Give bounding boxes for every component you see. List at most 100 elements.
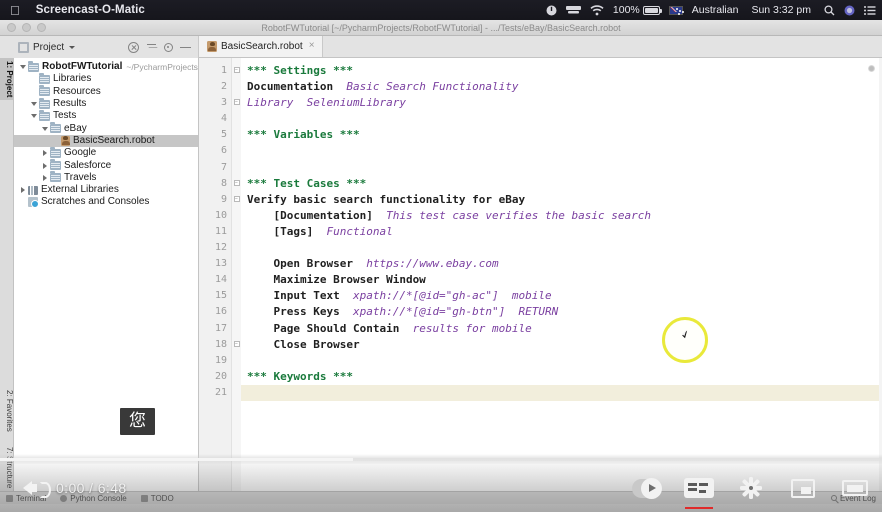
fold-collapse-icon[interactable]: − [233, 195, 240, 202]
code-line[interactable]: *** Test Cases *** [247, 176, 882, 192]
close-icon[interactable]: × [309, 41, 315, 51]
apple-logo-icon[interactable]:  [6, 4, 24, 17]
chevron-down-icon[interactable] [28, 102, 39, 107]
zoom-window-button[interactable] [37, 23, 46, 32]
window-traffic-lights[interactable] [0, 23, 46, 32]
inspection-status-icon[interactable] [868, 65, 875, 72]
battery-status[interactable]: 100% [613, 4, 662, 16]
tree-item-google[interactable]: Google [14, 146, 198, 159]
toolwindow-tab-favorites[interactable]: 2: Favorites [0, 387, 14, 435]
code-folding-gutter[interactable]: − − − − − [232, 58, 241, 491]
hide-icon[interactable] [180, 42, 191, 53]
fold-collapse-icon[interactable]: − [233, 340, 240, 347]
tree-item-ebay[interactable]: eBay [14, 122, 198, 134]
autoplay-toggle[interactable] [632, 473, 662, 503]
closed-captions-icon [684, 478, 714, 498]
code-content[interactable]: *** Settings *** Documentation Basic Sear… [241, 58, 882, 491]
line-number: 13 [214, 258, 227, 270]
chevron-right-icon[interactable] [39, 150, 50, 157]
code-line[interactable] [247, 160, 882, 176]
code-token: Library [247, 96, 294, 110]
tree-item-label: Travels [64, 171, 97, 183]
code-line[interactable]: Input Text xpath://*[@id="gh-ac"] mobile [247, 288, 882, 304]
code-line[interactable]: Press Keys xpath://*[@id="gh-btn"] RETUR… [247, 304, 882, 320]
editor-tab-basicsearch[interactable]: BasicSearch.robot × [199, 35, 323, 57]
tree-item-libraries[interactable]: Libraries [14, 72, 198, 85]
siri-icon[interactable] [844, 5, 855, 16]
code-token: This test case verifies the basic search [386, 208, 651, 222]
tree-item-label: Google [64, 147, 97, 159]
active-app-name[interactable]: Screencast-O-Matic [36, 4, 145, 16]
code-line[interactable] [247, 143, 882, 159]
close-window-button[interactable] [7, 23, 16, 32]
code-line[interactable] [247, 353, 882, 369]
pycharm-window: RobotFWTutorial [~/PycharmProjects/Robot… [0, 20, 882, 512]
tree-item-basicsearch-robot[interactable]: BasicSearch.robot [14, 134, 198, 148]
code-editor[interactable]: 1 2 3 4 5 6 7 8 9 10 11 12 13 14 15 16 17 18 19 20 21 − − − − − … [199, 58, 882, 491]
ide-toolbar-row: Project BasicSearch.robot × [0, 35, 882, 58]
tree-item-salesforce[interactable]: Salesforce [14, 159, 198, 171]
power-icon[interactable] [546, 5, 557, 16]
wifi-icon[interactable] [590, 4, 604, 16]
chevron-down-icon[interactable] [69, 45, 76, 49]
menubar-clock[interactable]: Sun 3:32 pm [751, 4, 811, 16]
code-line[interactable]: *** Settings *** [247, 63, 882, 79]
notification-center-icon[interactable] [864, 5, 876, 16]
project-tree[interactable]: RobotFWTutorial~/PycharmProjects/RobLibr… [14, 58, 199, 491]
autoplay-switch-icon [632, 477, 662, 499]
code-line[interactable]: Documentation Basic Search Functionality [247, 79, 882, 95]
toolwindow-tab-project[interactable]: 1: Project [0, 58, 14, 101]
picture-in-picture-button[interactable] [788, 473, 818, 503]
tree-item-robotfwtutorial[interactable]: RobotFWTutorial~/PycharmProjects/Rob [14, 60, 198, 73]
code-line[interactable]: Open Browser https://www.ebay.com [247, 256, 882, 272]
australian-flag-icon[interactable] [668, 5, 683, 15]
line-number: 14 [214, 274, 227, 286]
fold-collapse-icon[interactable]: − [233, 99, 240, 106]
chevron-down-icon[interactable] [28, 114, 39, 119]
fold-collapse-icon[interactable]: − [233, 179, 240, 186]
code-line[interactable] [247, 111, 882, 127]
tree-item-tests[interactable]: Tests [14, 109, 198, 122]
spotlight-search-icon[interactable] [824, 4, 835, 16]
tree-item-resources[interactable]: Resources [14, 85, 198, 98]
line-number: 18 [214, 338, 227, 350]
tree-item-label: BasicSearch.robot [73, 134, 155, 146]
code-line[interactable]: Verify basic search functionality for eB… [247, 192, 882, 208]
fullscreen-button[interactable] [840, 473, 870, 503]
chevron-right-icon[interactable] [17, 187, 28, 194]
chevron-right-icon[interactable] [39, 162, 50, 169]
display-icon[interactable] [565, 5, 581, 15]
code-line[interactable] [247, 240, 882, 256]
chevron-down-icon[interactable] [39, 126, 50, 131]
code-line[interactable]: [Tags] Functional [247, 224, 882, 240]
project-panel-title[interactable]: Project [33, 42, 64, 53]
captions-button[interactable] [684, 473, 714, 509]
tree-item-external-libraries[interactable]: External Libraries [14, 184, 198, 196]
line-number: 4 [220, 113, 227, 125]
code-line[interactable]: Close Browser [247, 337, 882, 353]
chevron-right-icon[interactable] [39, 174, 50, 181]
settings-gear-icon[interactable] [164, 43, 173, 52]
line-number: 3 [220, 97, 227, 109]
input-language-label[interactable]: Australian [692, 4, 739, 16]
tree-item-results[interactable]: Results [14, 97, 198, 110]
code-line[interactable]: Page Should Contain results for mobile [247, 321, 882, 337]
code-line[interactable]: Library SeleniumLibrary [247, 95, 882, 111]
tree-item-scratches-and-consoles[interactable]: Scratches and Consoles [14, 196, 198, 209]
flatten-packages-icon[interactable] [146, 42, 157, 53]
volume-button[interactable] [12, 473, 51, 503]
settings-button[interactable] [736, 473, 766, 503]
code-line[interactable]: [Documentation] This test case verifies … [247, 208, 882, 224]
code-line[interactable] [241, 384, 882, 401]
chevron-down-icon[interactable] [17, 65, 28, 70]
code-line[interactable]: Maximize Browser Window [247, 272, 882, 288]
cursor-highlight-ring [662, 317, 708, 363]
fold-collapse-icon[interactable]: − [233, 67, 240, 73]
minimize-window-button[interactable] [22, 23, 31, 32]
collapse-all-icon[interactable] [128, 41, 139, 53]
code-line[interactable]: *** Keywords *** [247, 369, 882, 385]
code-line[interactable]: *** Variables *** [247, 127, 882, 143]
tree-item-travels[interactable]: Travels [14, 171, 198, 184]
